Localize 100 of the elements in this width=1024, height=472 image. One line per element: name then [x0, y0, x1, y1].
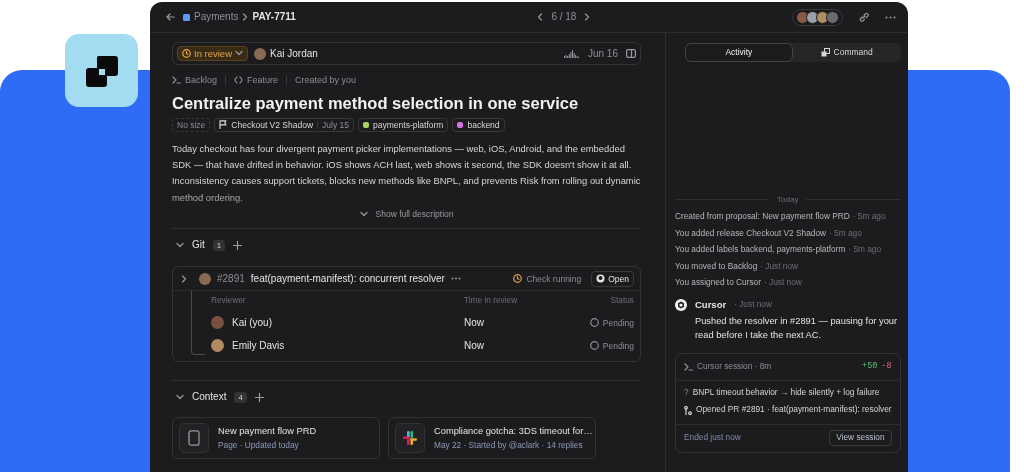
- reviewer-name: Emily Davis: [232, 339, 285, 352]
- column-header: Time in review: [464, 296, 518, 307]
- chevron-right-icon: [584, 13, 591, 21]
- pending-circle-icon: [589, 318, 599, 328]
- git-count: 1: [212, 239, 226, 252]
- session-title: Cursor session · 8m: [697, 361, 772, 372]
- issue-title: Centralize payment method selection in one service: [172, 93, 580, 114]
- question-mark: ?: [684, 388, 689, 399]
- next-button[interactable]: [584, 13, 591, 21]
- label-tag[interactable]: payments-platform: [358, 117, 449, 132]
- check-status: Check running: [526, 273, 582, 285]
- git-toggle[interactable]: Git: [172, 240, 205, 251]
- code-icon: [234, 76, 244, 85]
- activity-time: · Just now: [760, 261, 799, 272]
- release-name: Checkout V2 Shadow: [231, 119, 314, 130]
- pr-title: feat(payment-manifest): concurrent resolver: [250, 272, 445, 285]
- repo-logo-icon: [596, 274, 606, 284]
- status-label: Backlog: [185, 75, 218, 86]
- breadcrumb-link[interactable]: Payments: [194, 11, 239, 23]
- context-toggle[interactable]: Context: [172, 392, 227, 403]
- activity-text: You assigned to Cursor: [675, 278, 761, 289]
- label-name: payments-platform: [373, 119, 444, 130]
- chevron-down-icon: [359, 211, 368, 218]
- column-header: Reviewer: [211, 296, 246, 307]
- pr-number: #2891: [217, 272, 245, 285]
- release-tag[interactable]: Checkout V2 Shadow July 15: [214, 117, 355, 132]
- activity-time: · 5m ago: [852, 211, 886, 222]
- project-square-icon: [183, 13, 190, 21]
- lines-removed: -8: [881, 361, 892, 372]
- more-button[interactable]: [450, 277, 461, 281]
- chevron-right-icon: [181, 274, 187, 283]
- card-meta: May 22 · Started by @aclark · 14 replies: [434, 441, 584, 451]
- size-tag[interactable]: No size: [172, 117, 211, 132]
- arrow-left-icon: [166, 13, 175, 21]
- chevron-left-icon: [537, 13, 544, 21]
- sparkline-icon: [563, 49, 580, 58]
- release-date: July 15: [322, 119, 350, 130]
- avatar: [796, 10, 809, 24]
- description-text: Today checkout has four divergent payment picker implementations — web, iOS, Android, and the embedded SDK — that have drifted in behavior. iOS shows ACH last, web shows it second, the SDK doesn't show it at all. Inconsistency causes support tickets, blocks new methods like BNPL, and prevents Risk from rolling out dynamic method ordering.: [172, 141, 641, 205]
- session-item: BNPL timeout behavior → hide silently + log failure: [692, 388, 880, 399]
- expand-button[interactable]: [181, 274, 187, 283]
- session-ended: Ended just now: [684, 433, 741, 444]
- comment-text: Pushed the resolver in #2891 — pausing for your read before I take the next AC.: [695, 314, 899, 343]
- activity-time: · 5m ago: [848, 245, 882, 256]
- view-session-button[interactable]: View session: [829, 430, 892, 447]
- panel-tab[interactable]: Activity: [685, 43, 793, 62]
- notebook-icon: [188, 430, 200, 447]
- reviewer-name: Kai (you): [232, 316, 272, 329]
- more-icon: [450, 277, 461, 281]
- plus-icon: [254, 392, 264, 402]
- add-button[interactable]: [233, 240, 243, 250]
- back-button[interactable]: [166, 13, 175, 21]
- show-description-button[interactable]: Show full description: [359, 209, 454, 219]
- avatar: [826, 10, 839, 24]
- panel-toggle-button[interactable]: [626, 49, 636, 58]
- plus-icon: [233, 240, 243, 250]
- activity-text: You moved to Backlog: [675, 261, 758, 272]
- comment-author: Cursor: [695, 298, 727, 311]
- avatar: [199, 272, 211, 285]
- label-name: backend: [467, 119, 500, 130]
- lines-added: +50: [862, 361, 878, 372]
- caret-icon: [235, 50, 243, 57]
- review-time: Now: [464, 339, 484, 352]
- context-count: 4: [234, 391, 247, 404]
- pager-count: 6 / 18: [551, 11, 577, 23]
- card-meta: Page · Updated today: [218, 441, 300, 451]
- previous-button[interactable]: [537, 13, 544, 21]
- terminal-icon: [172, 76, 181, 85]
- breadcrumb-current: PAY-7711: [252, 11, 296, 23]
- comment-time: · Just now: [734, 299, 772, 310]
- open-button[interactable]: Open: [591, 270, 634, 288]
- avatar: [806, 10, 819, 24]
- session-item: Opened PR #2891 · feat(payment-manifest): resolver: [696, 405, 892, 416]
- sidebar-icon: [626, 49, 636, 58]
- activity-text: You added labels backend, payments-platform: [675, 245, 846, 256]
- context-card[interactable]: New payment flow PRD Page · Updated today: [172, 417, 380, 460]
- squares-icon: [820, 48, 830, 57]
- avatar: [254, 47, 266, 60]
- link-button[interactable]: [859, 12, 869, 22]
- review-status: Pending: [602, 340, 634, 352]
- review-status: Pending: [602, 317, 634, 329]
- activity-time: · 5m ago: [829, 228, 862, 239]
- terminal-icon: [684, 362, 693, 371]
- panel-tab[interactable]: Command: [792, 43, 901, 62]
- card-title: Compliance gotcha: 3DS timeout for…: [434, 425, 593, 438]
- link-icon: [859, 12, 869, 22]
- context-card[interactable]: Compliance gotcha: 3DS timeout for… May 22 · Started by @aclark · 14 replies: [388, 417, 596, 460]
- chevron-right-icon: [242, 13, 249, 21]
- type-label: Feature: [247, 75, 279, 86]
- tree-line: [191, 291, 205, 356]
- status-dropdown[interactable]: In review: [177, 45, 248, 62]
- assignee-name: Kai Jordan: [270, 47, 318, 60]
- clock-icon: [182, 49, 191, 58]
- pending-circle-icon: [589, 341, 599, 351]
- review-time: Now: [464, 316, 484, 329]
- label-tag[interactable]: backend: [452, 117, 505, 132]
- add-button[interactable]: [254, 392, 264, 402]
- activity-text: Created from proposal: New payment flow PRD: [675, 211, 850, 222]
- more-button[interactable]: [885, 15, 896, 19]
- chevron-down-icon: [176, 394, 184, 401]
